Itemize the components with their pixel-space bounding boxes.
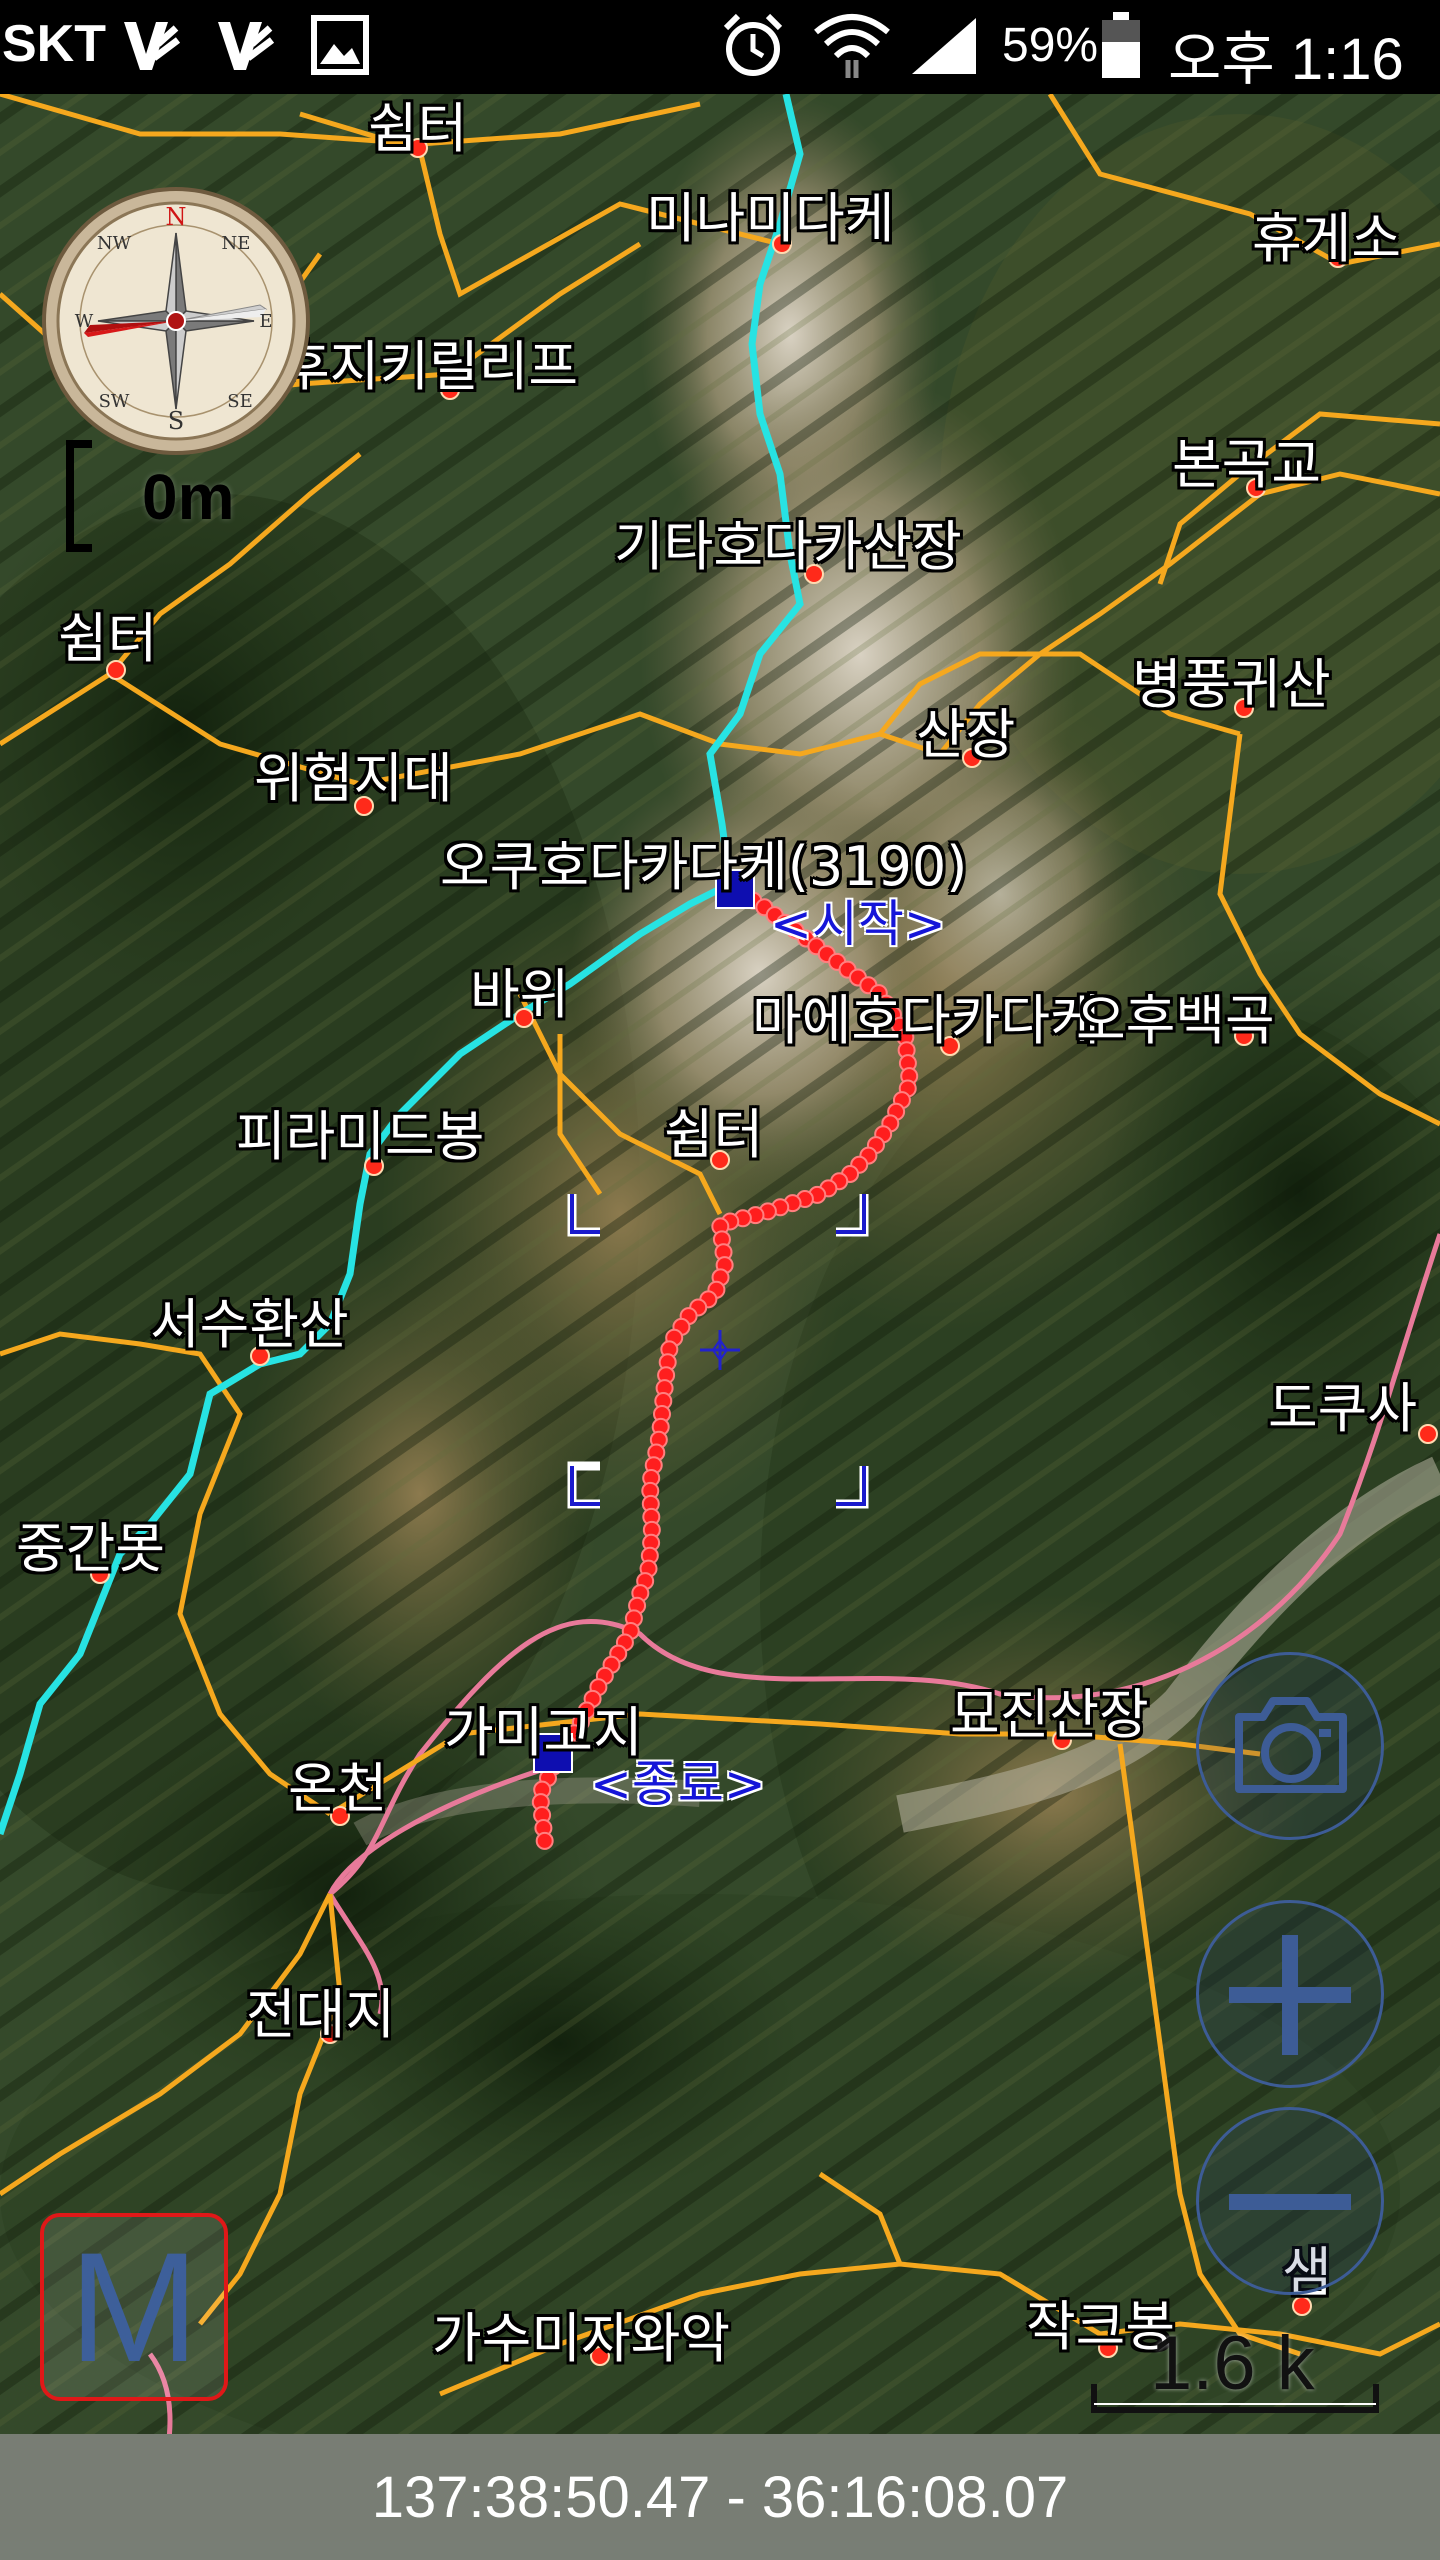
status-bar: SKT 59% 오후 1:16 (0, 0, 1440, 94)
place-label: 본곡교 (1172, 433, 1322, 496)
place-label: 산장 (916, 703, 1016, 766)
place-label: 미나미다케 (646, 187, 895, 250)
minus-icon (1229, 2194, 1351, 2210)
alarm-icon (718, 10, 788, 84)
compass-letter: NW (97, 233, 132, 254)
place-label: 휴게소 (1252, 207, 1402, 270)
camera-button[interactable] (1196, 1652, 1384, 1840)
wifi-icon (812, 8, 892, 86)
place-label: 서수환산 (150, 1293, 349, 1356)
compass-letter: E (259, 311, 272, 332)
scale-bar-icon (66, 440, 92, 552)
plus-icon (1229, 1935, 1351, 2055)
coordinates-readout: 137:38:50.47 - 36:16:08.07 (371, 2465, 1069, 2530)
track-point (535, 1831, 554, 1850)
compass-letter: SE (227, 391, 252, 412)
place-label: 바위 (470, 963, 570, 1026)
signal-icon (908, 14, 980, 82)
place-label: 피라미드봉 (236, 1105, 485, 1168)
place-label: 전대지 (246, 1983, 396, 2046)
place-label: 쉼터 (58, 607, 158, 670)
camera-icon (1235, 1697, 1347, 1793)
battery-icon (1100, 12, 1142, 84)
place-label: 중간못 (16, 1517, 166, 1580)
compass-letter: SW (99, 391, 130, 412)
map-scale-bar (1091, 2384, 1379, 2413)
place-label: 마에호다카다케 (752, 989, 1100, 1052)
place-label: 병풍귀산 (1132, 653, 1331, 716)
place-label: 후지키릴리프 (280, 335, 579, 398)
place-label: 오후백곡 (1076, 989, 1275, 1052)
poi-marker[interactable] (1418, 1424, 1438, 1444)
start-label: <시작> (770, 895, 946, 953)
place-label: 쉼터 (664, 1103, 764, 1166)
place-label: 위험지대 (254, 747, 453, 810)
map-scale: 1.6 k (1090, 2320, 1380, 2416)
clock: 오후 1:16 (1168, 27, 1404, 92)
compass-letter: S (168, 407, 184, 435)
menu-button[interactable]: M (40, 2213, 228, 2401)
scale-indicator: 0m (62, 440, 235, 556)
place-label: 쉼터 (368, 97, 468, 160)
end-label: <종료> (590, 1755, 766, 1813)
place-label: 기타호다카산장 (614, 515, 962, 578)
compass-letter: N (166, 203, 187, 231)
place-label: 도쿠사 (1268, 1377, 1418, 1440)
menu-letter: M (69, 2221, 199, 2395)
place-label: 묘진산장 (950, 1683, 1149, 1746)
compass-rose-icon: N NE E SE S SW W NW (42, 187, 310, 455)
compass[interactable]: N NE E SE S SW W NW (40, 185, 312, 457)
place-label: 가수미자와악 (432, 2307, 731, 2370)
zoom-in-button[interactable] (1196, 1900, 1384, 2088)
compass-letter: W (75, 311, 94, 332)
compass-letter: NE (222, 233, 251, 254)
place-label: 온천 (288, 1757, 388, 1820)
notification-v-icon (118, 14, 182, 82)
zoom-out-button[interactable] (1196, 2107, 1384, 2295)
notification-v-icon (212, 14, 276, 82)
coordinate-bar: 137:38:50.47 - 36:16:08.07 (0, 2434, 1440, 2560)
carrier-label: SKT (2, 15, 106, 73)
gallery-icon (310, 14, 370, 80)
scale-label: 0m (142, 461, 235, 533)
battery-percent: 59% (1002, 19, 1099, 72)
